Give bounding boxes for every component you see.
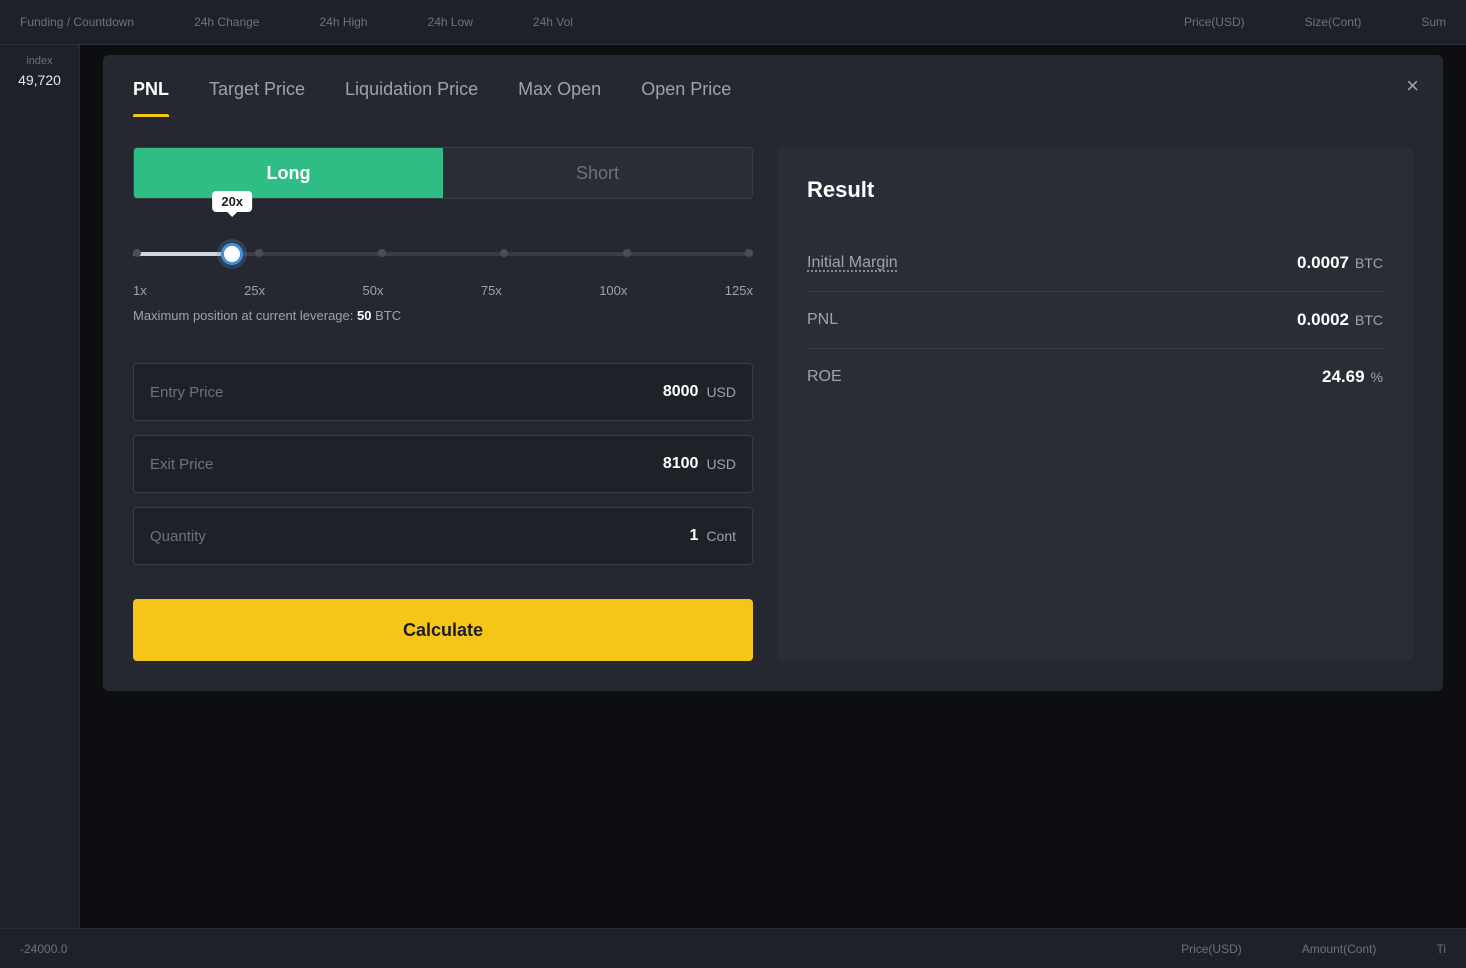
top-header: Funding / Countdown 24h Change 24h High … <box>0 0 1466 45</box>
entry-price-value: 8000 <box>663 383 699 401</box>
result-row-initial-margin: Initial Margin 0.0007 BTC <box>807 235 1383 292</box>
header-price-label: Price(USD) <box>1184 15 1245 29</box>
bottom-negative-value: -24000.0 <box>20 942 67 956</box>
calculate-button[interactable]: Calculate <box>133 599 753 661</box>
slider-fill <box>133 252 232 256</box>
leverage-tooltip: 20x <box>212 191 252 212</box>
max-position-text: Maximum position at current leverage: 50… <box>133 308 753 323</box>
exit-price-group: Exit Price 8100 USD <box>133 435 753 493</box>
quantity-field[interactable]: Quantity 1 Cont <box>133 507 753 565</box>
tab-bar: PNL Target Price Liquidation Price Max O… <box>133 79 1413 117</box>
roe-value: 24.69 % <box>1322 367 1383 387</box>
pnl-label: PNL <box>807 311 838 329</box>
left-sidebar: index 49,720 <box>0 45 80 928</box>
tick-label-1x: 1x <box>133 283 147 298</box>
initial-margin-unit: BTC <box>1355 255 1383 271</box>
tick-labels: 1x 25x 50x 75x 100x 125x <box>133 283 753 298</box>
header-size-label: Size(Cont) <box>1305 15 1362 29</box>
header-col-24h-vol: 24h Vol <box>533 15 573 29</box>
max-position-value: 50 <box>357 308 371 323</box>
result-title: Result <box>807 177 1383 203</box>
bottom-time-label: Ti <box>1436 942 1446 956</box>
pnl-unit: BTC <box>1355 312 1383 328</box>
entry-price-label: Entry Price <box>150 384 223 401</box>
index-price: 49,720 <box>18 72 61 88</box>
quantity-value-area: 1 Cont <box>690 527 736 545</box>
modal-container: PNL Target Price Liquidation Price Max O… <box>103 55 1443 691</box>
exit-price-field[interactable]: Exit Price 8100 USD <box>133 435 753 493</box>
entry-price-group: Entry Price 8000 USD <box>133 363 753 421</box>
entry-price-field[interactable]: Entry Price 8000 USD <box>133 363 753 421</box>
content-area: Long Short 20x <box>133 147 1413 661</box>
result-row-pnl: PNL 0.0002 BTC <box>807 292 1383 349</box>
close-button[interactable]: × <box>1406 75 1419 97</box>
tick-label-100x: 100x <box>599 283 627 298</box>
tick-label-50x: 50x <box>362 283 383 298</box>
entry-price-unit: USD <box>706 384 736 400</box>
quantity-value: 1 <box>690 527 699 545</box>
leverage-slider-container: 20x <box>133 229 753 279</box>
initial-margin-label: Initial Margin <box>807 254 898 272</box>
index-label: index <box>26 55 52 67</box>
quantity-group: Quantity 1 Cont <box>133 507 753 565</box>
quantity-unit: Cont <box>706 528 736 544</box>
roe-num: 24.69 <box>1322 367 1365 387</box>
tab-max-open[interactable]: Max Open <box>518 79 601 116</box>
tab-pnl[interactable]: PNL <box>133 79 169 116</box>
modal-overlay: PNL Target Price Liquidation Price Max O… <box>80 45 1466 928</box>
tick-label-75x: 75x <box>481 283 502 298</box>
bottom-amount-label: Amount(Cont) <box>1302 942 1377 956</box>
max-position-unit: BTC <box>375 308 401 323</box>
slider-thumb-wrapper <box>221 243 243 265</box>
header-col-24h-high: 24h High <box>319 15 367 29</box>
initial-margin-num: 0.0007 <box>1297 253 1349 273</box>
exit-price-unit: USD <box>706 456 736 472</box>
roe-label: ROE <box>807 368 842 386</box>
entry-price-value-area: 8000 USD <box>663 383 736 401</box>
pnl-value: 0.0002 BTC <box>1297 310 1383 330</box>
quantity-label: Quantity <box>150 528 206 545</box>
exit-price-value: 8100 <box>663 455 699 473</box>
roe-unit: % <box>1371 369 1383 385</box>
header-sum-label: Sum <box>1421 15 1446 29</box>
slider-thumb[interactable] <box>221 243 243 265</box>
header-col-24h-low: 24h Low <box>428 15 473 29</box>
exit-price-value-area: 8100 USD <box>663 455 736 473</box>
tick-label-25x: 25x <box>244 283 265 298</box>
long-button[interactable]: Long <box>134 148 443 198</box>
tab-target-price[interactable]: Target Price <box>209 79 305 116</box>
header-col-24h-change: 24h Change <box>194 15 259 29</box>
bottom-bar: -24000.0 Price(USD) Amount(Cont) Ti <box>0 928 1466 968</box>
header-col-funding: Funding / Countdown <box>20 15 134 29</box>
tab-liquidation-price[interactable]: Liquidation Price <box>345 79 478 116</box>
bottom-price-label: Price(USD) <box>1181 942 1242 956</box>
tick-label-125x: 125x <box>725 283 753 298</box>
result-row-roe: ROE 24.69 % <box>807 349 1383 405</box>
left-panel: Long Short 20x <box>133 147 753 661</box>
initial-margin-value: 0.0007 BTC <box>1297 253 1383 273</box>
short-button[interactable]: Short <box>443 148 752 198</box>
exit-price-label: Exit Price <box>150 456 213 473</box>
result-panel: Result Initial Margin 0.0007 BTC PNL 0.0… <box>777 147 1413 661</box>
tab-open-price[interactable]: Open Price <box>641 79 731 116</box>
pnl-num: 0.0002 <box>1297 310 1349 330</box>
